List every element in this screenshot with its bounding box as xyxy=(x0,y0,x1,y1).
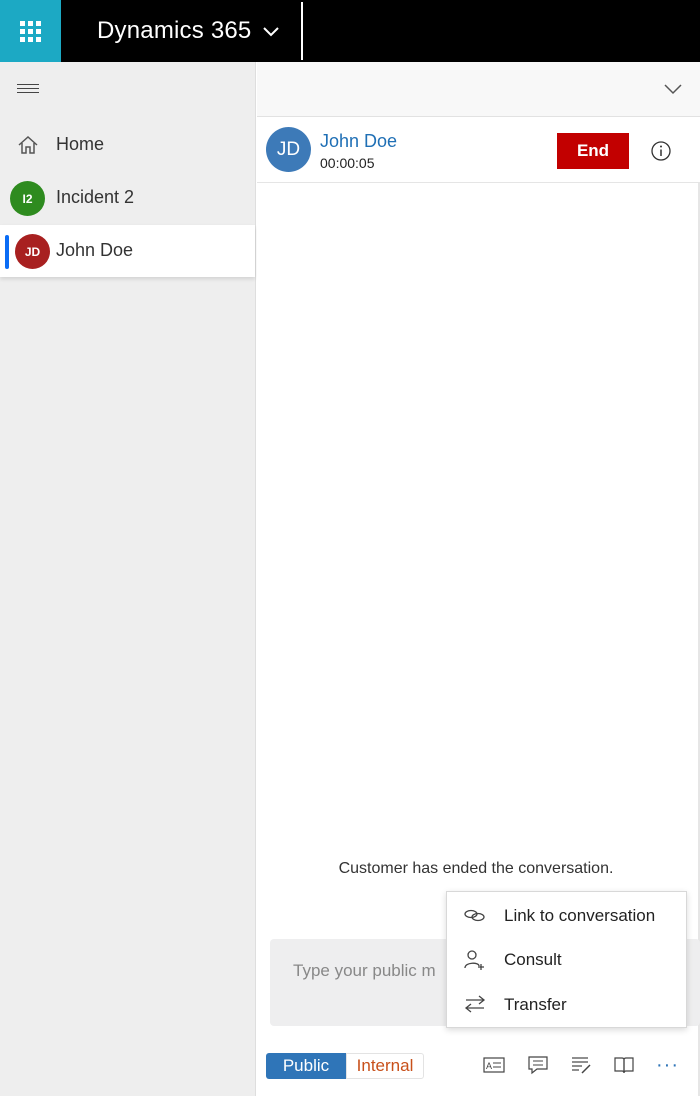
sidebar-item-label: Incident 2 xyxy=(56,187,135,207)
customer-name[interactable]: John Doe xyxy=(320,131,397,152)
quick-reply-icon[interactable] xyxy=(527,1055,549,1075)
add-person-icon xyxy=(464,950,484,970)
composer-placeholder: Type your public m xyxy=(293,961,436,980)
notes-icon[interactable] xyxy=(570,1055,592,1075)
conversation-timer: 00:00:05 xyxy=(320,155,375,171)
top-bar: Dynamics 365 xyxy=(0,0,700,62)
link-icon xyxy=(464,909,485,922)
menu-item-consult[interactable]: Consult xyxy=(447,940,686,980)
sidebar-item-home[interactable]: Home xyxy=(0,119,255,171)
sidebar-item-label: Home xyxy=(56,134,105,154)
conversation-status-message: Customer has ended the conversation. xyxy=(338,860,614,877)
panel-header-bar xyxy=(257,62,700,117)
app-launcher-button[interactable] xyxy=(0,0,61,62)
chevron-down-icon[interactable] xyxy=(262,26,280,38)
sidebar-item-label: John Doe xyxy=(56,240,134,260)
app-launcher-icon xyxy=(20,20,41,42)
more-icon[interactable]: ··· xyxy=(656,1054,679,1077)
app-title[interactable]: Dynamics 365 xyxy=(97,17,251,45)
transfer-arrows-icon xyxy=(464,995,486,1013)
menu-item-label: Consult xyxy=(504,950,562,969)
conversation-header: JD John Doe 00:00:05 End xyxy=(257,118,700,183)
contact-card-icon[interactable]: A xyxy=(483,1055,505,1075)
menu-item-transfer[interactable]: Transfer xyxy=(447,985,686,1025)
hamburger-icon[interactable] xyxy=(17,84,39,98)
svg-text:A: A xyxy=(486,1061,492,1071)
home-icon xyxy=(18,135,38,154)
composer-toolbar: Public Internal A ··· xyxy=(257,1047,700,1096)
menu-item-link-to-conversation[interactable]: Link to conversation xyxy=(447,896,686,936)
sidebar-item-john-doe[interactable]: JD John Doe xyxy=(0,225,255,277)
knowledge-base-icon[interactable] xyxy=(613,1055,635,1075)
sidebar-item-incident-2[interactable]: I2 Incident 2 xyxy=(0,172,255,224)
avatar: JD xyxy=(15,234,50,269)
internal-toggle[interactable]: Internal xyxy=(346,1053,424,1079)
topbar-divider xyxy=(301,2,303,60)
info-icon[interactable] xyxy=(650,140,672,162)
conversation-panel: JD John Doe 00:00:05 End Customer has en… xyxy=(257,62,700,1096)
public-toggle[interactable]: Public xyxy=(266,1053,346,1079)
customer-avatar: JD xyxy=(266,127,311,172)
avatar: I2 xyxy=(10,181,45,216)
menu-item-label: Transfer xyxy=(504,995,567,1014)
active-indicator xyxy=(5,235,9,269)
sidebar: Home I2 Incident 2 JD John Doe xyxy=(0,62,256,1096)
end-button[interactable]: End xyxy=(557,133,629,169)
chevron-down-icon[interactable] xyxy=(663,82,683,96)
menu-item-label: Link to conversation xyxy=(504,906,656,925)
more-actions-menu: Link to conversation Consult Transfer xyxy=(446,891,687,1028)
